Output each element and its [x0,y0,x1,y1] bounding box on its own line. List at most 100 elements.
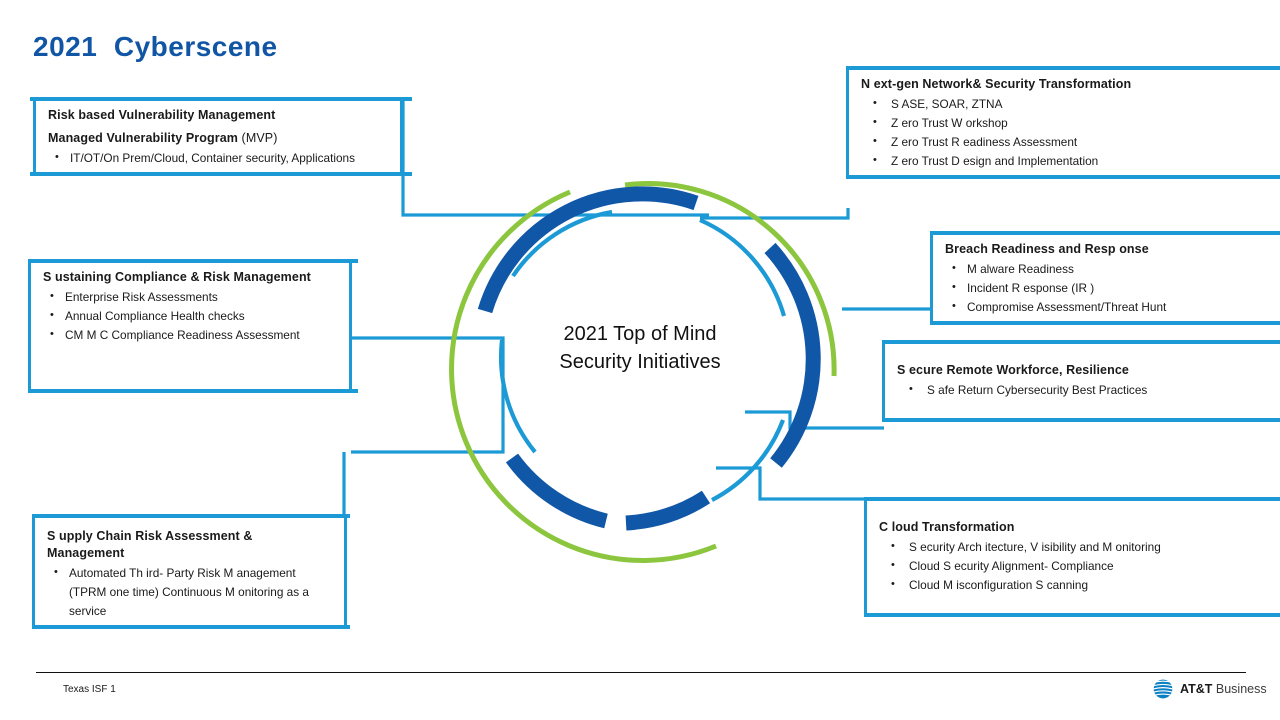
list-item: • Compromise Assessment/Threat Hunt [945,298,1268,317]
card-bullet-list: • Automated Th ird- Party Risk M anagemen… [47,564,332,621]
card-heading: N ext-gen Network& Security Transformati… [861,77,1132,91]
list-item-text: Z ero Trust W orkshop [891,115,1008,130]
card-bullet-list: • S ASE, SOAR, ZTNA • Z ero Trust W orksho… [861,95,1268,171]
list-item-text: Compromise Assessment/Threat Hunt [967,300,1167,315]
list-item-text: Annual Compliance Health checks [65,308,245,323]
card-heading: S upply Chain Risk Assessment & Manageme… [47,529,253,560]
card-bullet-list: • S ecurity Arch itecture, V isibility an… [879,538,1268,595]
list-item-text: CM M C Compliance Readiness Assessment [65,328,300,343]
bullet-icon: • [952,261,956,274]
card-bottom-rule [931,321,1280,326]
card-bottom-rule [883,417,1280,422]
list-item: • Cloud M isconfiguration S canning [879,576,1268,595]
att-wordmark: AT&T Business [1180,682,1267,696]
list-item-text: Automated Th ird- Party Risk M anagement… [69,565,309,618]
ring-blue-arc-bottom [625,490,711,531]
card-supply-chain-risk-assessment-management[interactable]: S upply Chain Risk Assessment & Manageme… [32,514,350,630]
list-item-text: S ecurity Arch itecture, V isibility and… [909,539,1161,554]
ring-lightblue-arc-bottomright [711,419,785,502]
list-item-text: Cloud S ecurity Alignment- Compliance [909,558,1114,573]
list-item: • Automated Th ird- Party Risk M anagemen… [47,564,332,621]
list-item-text: IT/OT/On Prem/Cloud, Container security,… [70,150,355,165]
slide-canvas: 2021 Cyberscene 2021 Top of Mind Securit… [0,0,1280,720]
card-subheading-bold: Managed Vulnerability Program [48,130,238,145]
connector-rbvm [401,99,709,217]
connector-cloud [716,466,866,501]
card-bullet-list: • IT/OT/On Prem/Cloud, Container security… [48,149,388,168]
connector-secure [745,410,884,430]
list-item: • IT/OT/On Prem/Cloud, Container security… [48,149,388,168]
att-globe-icon [1153,679,1173,699]
connector-lines [342,99,931,516]
ring-blue-arc-topleft [477,186,699,314]
bullet-icon: • [891,539,895,552]
bullet-icon: • [50,308,54,321]
bullet-icon: • [50,289,54,302]
footer-note: Texas ISF 1 [63,684,116,695]
list-item: • CM M C Compliance Readiness Assessment [43,326,337,345]
list-item-text: S ASE, SOAR, ZTNA [891,96,1003,111]
page-title: 2021 Cyberscene [33,31,278,62]
footer-divider [36,672,1246,673]
bullet-icon: • [891,558,895,571]
bullet-icon: • [873,115,877,128]
center-label-line2: Security Initiatives [559,351,721,374]
list-item: • M alware Readiness [945,260,1268,279]
card-heading: S ustaining Compliance & Risk Management [43,270,311,284]
list-item: • Cloud S ecurity Alignment- Compliance [879,557,1268,576]
list-item-text: Enterprise Risk Assessments [65,289,218,304]
bullet-icon: • [891,578,895,591]
card-risk-based-vulnerability-management[interactable]: Risk based Vulnerability Management Mana… [30,97,412,176]
list-item: • Z ero Trust R eadiness Assessment [861,133,1268,152]
list-item: • S ecurity Arch itecture, V isibility an… [879,538,1268,557]
bullet-icon: • [55,150,59,163]
ring-lightblue-arc-topleft [511,209,613,278]
list-item-text: Incident R esponse (IR ) [967,280,1095,295]
list-item-text: M alware Readiness [967,261,1074,276]
center-label-line1: 2021 Top of Mind [563,323,717,345]
att-wordmark-suffix: Business [1212,682,1267,696]
att-wordmark-brand: AT&T [1180,682,1213,696]
card-heading: S ecure Remote Workforce, Resilience [897,363,1129,377]
list-item: • Z ero Trust W orkshop [861,114,1268,133]
ring-lightblue-arc-topright [699,218,787,317]
bullet-icon: • [909,382,913,395]
connector-nextgen [700,208,850,220]
card-heading: Breach Readiness and Resp onse [945,242,1149,256]
bullet-icon: • [50,328,54,341]
connector-sustaining [351,336,505,454]
bullet-icon: • [873,96,877,109]
card-breach-readiness-and-response[interactable]: Breach Readiness and Resp onse • M alware… [930,231,1280,326]
card-bullet-list: • S afe Return Cybersecurity Best Practic… [897,381,1268,400]
list-item: • S afe Return Cybersecurity Best Practic… [897,381,1268,400]
list-item: • Z ero Trust D esign and Implementation [861,152,1268,171]
bullet-icon: • [873,135,877,148]
list-item: • Annual Compliance Health checks [43,307,337,326]
card-bottom-rule [30,171,412,176]
list-item: • Incident R esponse (IR ) [945,279,1268,298]
card-cloud-transformation[interactable]: C loud Transformation • S ecurity Arch it… [864,497,1280,618]
att-business-logo: AT&T Business [1152,678,1267,700]
card-heading: Risk based Vulnerability Management [48,108,276,122]
bullet-icon: • [873,154,877,167]
card-bullet-list: • Enterprise Risk Assessments • Annual Com… [43,288,337,345]
center-label: 2021 Top of Mind Security Initiatives [500,320,780,377]
card-bottom-rule [865,613,1280,618]
card-next-gen-network-security-transformation[interactable]: N ext-gen Network& Security Transformati… [846,66,1280,180]
list-item-text: Z ero Trust R eadiness Assessment [891,135,1078,150]
card-secure-remote-workforce-resilience[interactable]: S ecure Remote Workforce, Resilience • S … [882,340,1280,422]
list-item: • S ASE, SOAR, ZTNA [861,95,1268,114]
bullet-icon: • [952,280,956,293]
bullet-icon: • [54,565,58,578]
card-heading: C loud Transformation [879,520,1015,534]
card-subheading: Managed Vulnerability Program (MVP) [48,130,388,147]
list-item-text: Z ero Trust D esign and Implementation [891,154,1099,169]
list-item-text: S afe Return Cybersecurity Best Practice… [927,382,1148,397]
list-item: • Enterprise Risk Assessments [43,288,337,307]
card-bottom-rule [28,389,358,394]
card-bottom-rule [32,625,350,630]
card-bullet-list: • M alware Readiness • Incident R esponse … [945,260,1268,317]
ring-blue-arc-bottomleft [505,453,608,529]
card-sustaining-compliance-risk-management[interactable]: S ustaining Compliance & Risk Management… [28,259,358,394]
bullet-icon: • [952,300,956,313]
